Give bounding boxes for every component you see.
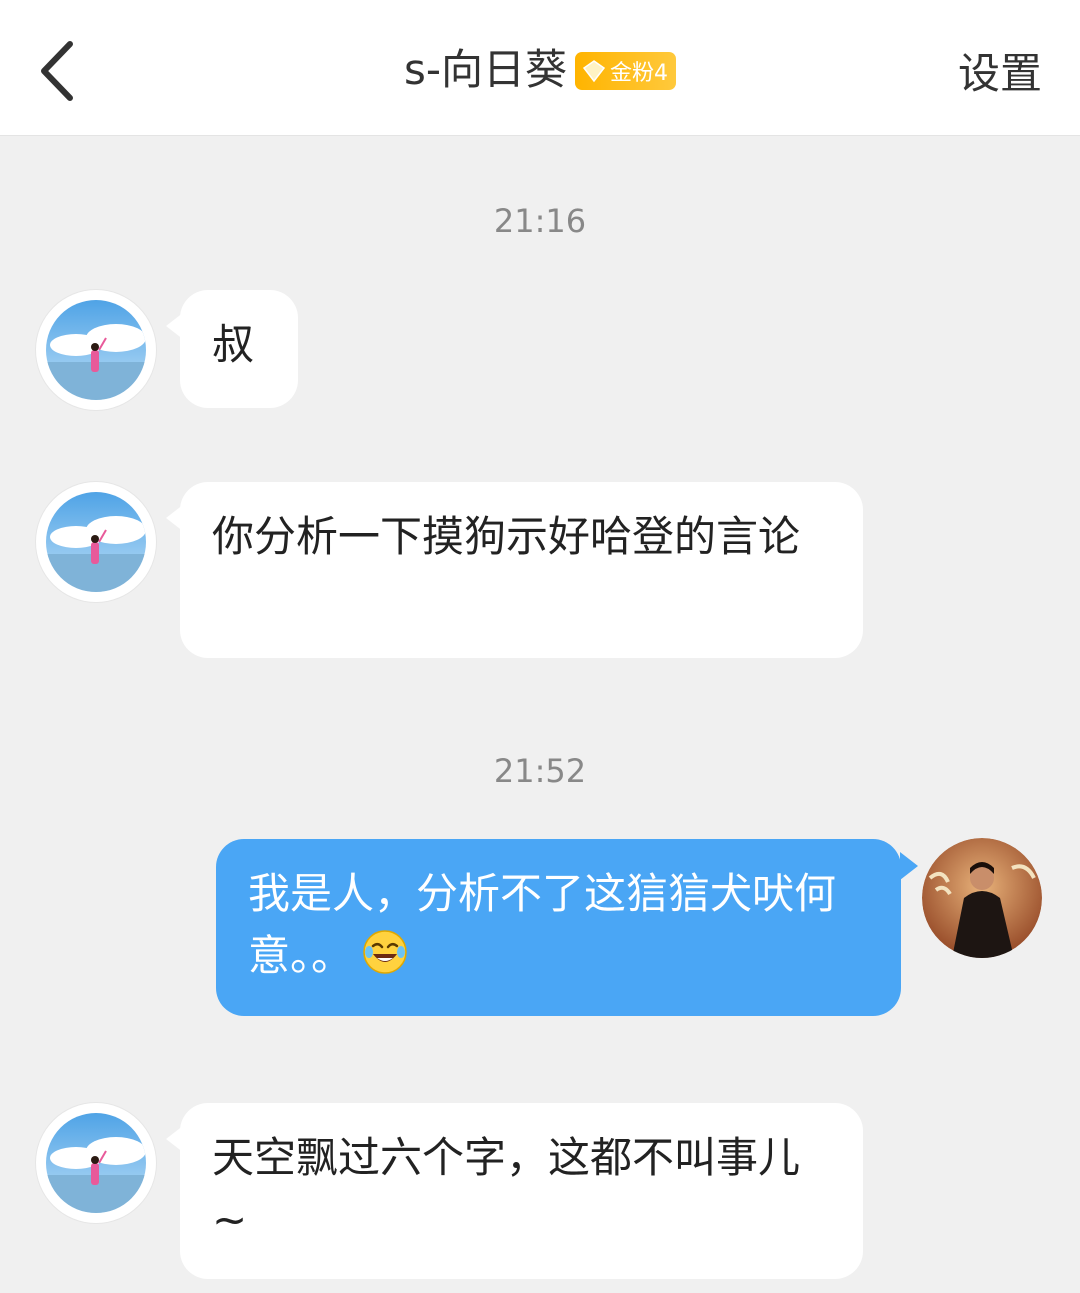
bubble-tail	[900, 852, 918, 880]
fan-badge-label: 金粉4	[610, 61, 669, 86]
chat-title-group: s-向日葵 金粉4	[0, 42, 1080, 98]
sender-avatar[interactable]	[36, 1103, 156, 1223]
message-bubble-outgoing[interactable]: 我是人，分析不了这狺狺犬吠何意。。	[216, 839, 901, 1016]
chat-title: s-向日葵	[403, 45, 568, 94]
timestamp: 21:16	[493, 202, 587, 240]
timestamp: 21:52	[493, 752, 587, 790]
message-bubble-incoming[interactable]: 你分析一下摸狗示好哈登的言论	[180, 482, 863, 658]
my-avatar[interactable]	[922, 838, 1042, 958]
message-text: 你分析一下摸狗示好哈登的言论	[212, 512, 801, 561]
message-text: 天空飘过六个字，这都不叫事儿~	[212, 1133, 801, 1244]
diamond-icon	[582, 60, 606, 83]
message-text: 我是人，分析不了这狺狺犬吠何意。。	[248, 869, 837, 980]
fan-level-badge: 金粉4	[575, 52, 677, 90]
message-text: 叔	[212, 320, 255, 369]
laughing-crying-emoji-icon	[363, 930, 407, 974]
message-bubble-incoming[interactable]: 天空飘过六个字，这都不叫事儿~	[180, 1103, 863, 1279]
sender-avatar[interactable]	[36, 290, 156, 410]
sender-avatar[interactable]	[36, 482, 156, 602]
avatar-image	[46, 1113, 146, 1213]
chat-screen: s-向日葵 金粉4 设置 21:16 叔 你分析一下摸狗示好哈登的言论 21:5…	[0, 0, 1080, 1293]
chat-header: s-向日葵 金粉4 设置	[0, 0, 1080, 136]
avatar-image	[46, 300, 146, 400]
message-bubble-incoming[interactable]: 叔	[180, 290, 298, 408]
avatar-image	[46, 492, 146, 592]
settings-button[interactable]: 设置	[958, 46, 1042, 102]
avatar-image	[922, 838, 1042, 958]
